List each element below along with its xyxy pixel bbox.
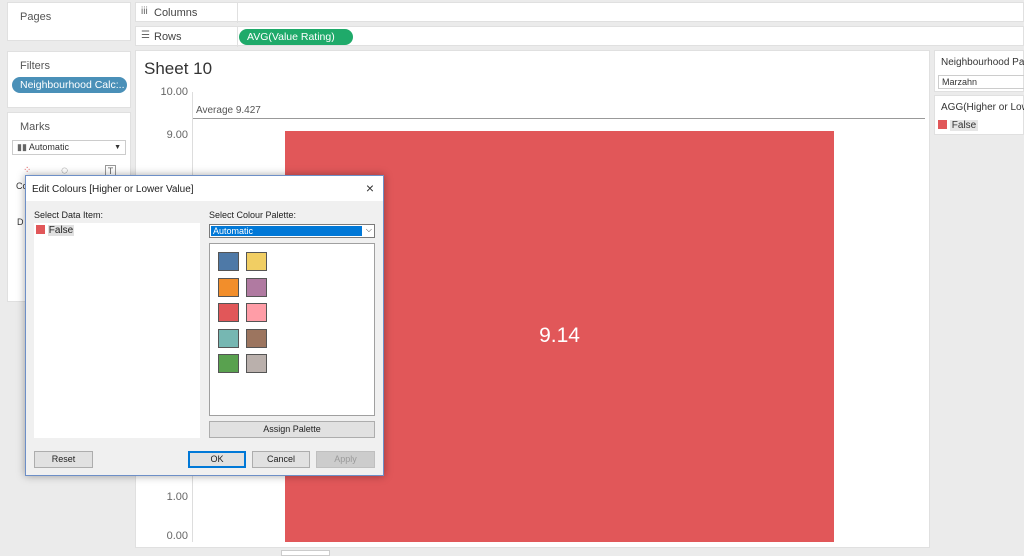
columns-icon: iii: [141, 6, 148, 17]
data-item-label: False: [47, 225, 75, 236]
bar-chart-icon: ▮▮: [17, 142, 27, 152]
y-tick: 0.00: [166, 530, 188, 542]
palette-swatch[interactable]: [218, 303, 239, 322]
filters-card: Filters Neighbourhood Calc:..: [7, 51, 131, 108]
chevron-down-icon: ⌵: [365, 225, 372, 234]
data-item-swatch: [36, 225, 45, 234]
dialog-title: Edit Colours [Higher or Lower Value]: [32, 184, 194, 195]
palette-swatch[interactable]: [218, 277, 239, 297]
marks-title: Marks: [20, 121, 50, 133]
colour-legend-card: AGG(Higher or Low False: [934, 95, 1024, 135]
columns-divider: [237, 3, 238, 23]
y-tick: 10.00: [160, 86, 188, 98]
cancel-button[interactable]: Cancel: [252, 451, 310, 468]
mark-type-value: Automatic: [28, 142, 69, 152]
apply-button[interactable]: Apply: [316, 451, 375, 468]
edit-colours-dialog: Edit Colours [Higher or Lower Value] × S…: [25, 175, 384, 476]
mark-type-dropdown[interactable]: ▮▮ Automatic ▼: [12, 140, 126, 155]
legend-item-label: False: [949, 120, 979, 131]
legend-swatch: [938, 120, 947, 129]
chevron-down-icon: ▼: [114, 144, 121, 151]
palette-swatch[interactable]: [246, 277, 267, 297]
palette-swatch[interactable]: [246, 252, 267, 271]
palette-swatch[interactable]: [246, 328, 267, 348]
neighbourhood-filter-dropdown[interactable]: Marzahn: [938, 75, 1024, 89]
reference-line-label: Average 9.427: [196, 104, 261, 116]
palette-swatch[interactable]: [246, 303, 267, 322]
rows-shelf[interactable]: ☰ Rows AVG(Value Rating): [135, 26, 1024, 47]
ok-button[interactable]: OK: [188, 451, 246, 468]
palette-swatch[interactable]: [218, 328, 239, 348]
select-data-item-label: Select Data Item:: [34, 210, 104, 220]
rows-icon: ☰: [141, 30, 150, 41]
palette-dropdown[interactable]: Automatic ⌵: [209, 224, 375, 238]
filter-pill-neighbourhood[interactable]: Neighbourhood Calc:..: [12, 77, 127, 93]
palette-swatch[interactable]: [218, 252, 239, 271]
palette-swatch[interactable]: [246, 354, 267, 373]
assign-palette-button[interactable]: Assign Palette: [209, 421, 375, 438]
filters-title: Filters: [20, 60, 50, 72]
data-item-list[interactable]: False: [34, 223, 200, 438]
detail-card-label: D: [17, 217, 24, 227]
palette-dropdown-value: Automatic: [211, 226, 362, 236]
close-icon[interactable]: ×: [366, 180, 374, 196]
rows-pill-avg-value-rating[interactable]: AVG(Value Rating): [239, 29, 353, 45]
neighbourhood-filter-card: Neighbourhood Pa Marzahn: [934, 50, 1024, 92]
neighbourhood-filter-title: Neighbourhood Pa: [941, 57, 1024, 68]
palette-swatch-box: [209, 243, 375, 416]
y-tick: 9.00: [166, 129, 188, 141]
rows-divider: [237, 27, 238, 47]
rows-label: Rows: [154, 31, 182, 43]
pages-title: Pages: [20, 11, 52, 23]
bottom-tab[interactable]: [281, 550, 330, 556]
reference-line[interactable]: [193, 117, 925, 119]
palette-swatch[interactable]: [218, 354, 239, 373]
reset-button[interactable]: Reset: [34, 451, 93, 468]
data-item-false[interactable]: False: [36, 225, 75, 237]
legend-item-false[interactable]: False: [938, 119, 1022, 132]
select-palette-label: Select Colour Palette:: [209, 210, 297, 220]
columns-label: Columns: [154, 7, 198, 19]
sheet-title: Sheet 10: [144, 59, 213, 78]
legend-title: AGG(Higher or Low: [941, 102, 1024, 113]
pages-card: Pages: [7, 2, 131, 41]
y-tick: 1.00: [166, 491, 188, 503]
columns-shelf[interactable]: iii Columns: [135, 2, 1024, 23]
